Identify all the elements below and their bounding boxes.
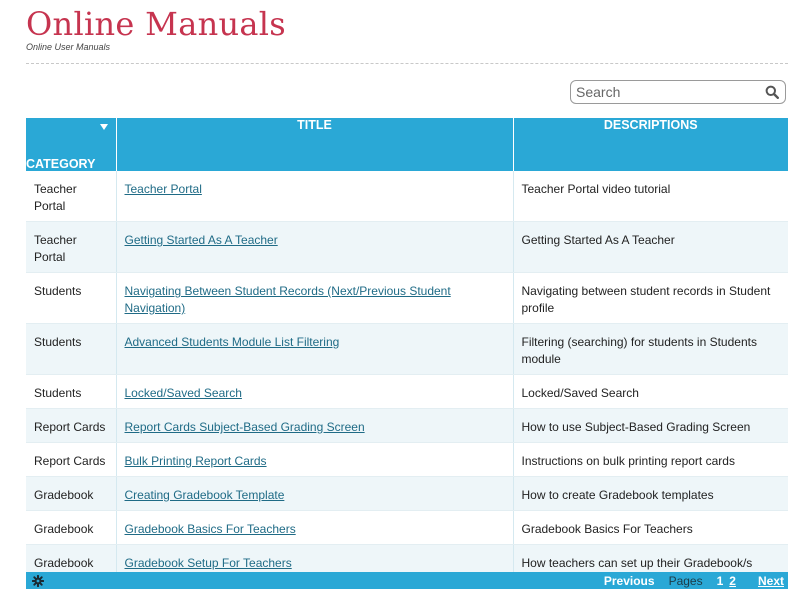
table-row: Teacher Portal Getting Started As A Teac… xyxy=(26,221,788,273)
title-cell: Teacher Portal xyxy=(116,171,514,222)
page-title: Online Manuals xyxy=(26,5,287,43)
manuals-table: CATEGORY TITLE DESCRIPTIONS Teacher Port… xyxy=(26,118,788,579)
title-cell: Locked/Saved Search xyxy=(116,374,514,409)
table-row: Report Cards Report Cards Subject-Based … xyxy=(26,408,788,443)
title-cell: Navigating Between Student Records (Next… xyxy=(116,272,514,324)
description-cell: Locked/Saved Search xyxy=(513,374,788,409)
column-header-title[interactable]: TITLE xyxy=(116,118,514,171)
table-row: Teacher Portal Teacher Portal Teacher Po… xyxy=(26,171,788,222)
manual-link[interactable]: Gradebook Basics For Teachers xyxy=(125,522,296,536)
table-header-row: CATEGORY TITLE DESCRIPTIONS xyxy=(26,118,788,171)
manual-link[interactable]: Creating Gradebook Template xyxy=(125,488,285,502)
table-row: Students Navigating Between Student Reco… xyxy=(26,272,788,324)
title-cell: Creating Gradebook Template xyxy=(116,476,514,511)
sort-down-icon[interactable] xyxy=(99,124,108,130)
description-cell: How to create Gradebook templates xyxy=(513,476,788,511)
title-cell: Report Cards Subject-Based Grading Scree… xyxy=(116,408,514,443)
column-header-descriptions[interactable]: DESCRIPTIONS xyxy=(513,118,788,171)
category-cell: Report Cards xyxy=(26,442,117,477)
header-divider xyxy=(26,63,788,64)
column-header-label: TITLE xyxy=(297,118,332,132)
manual-link[interactable]: Teacher Portal xyxy=(125,182,202,196)
manual-link[interactable]: Advanced Students Module List Filtering xyxy=(125,335,340,349)
search-box[interactable] xyxy=(570,80,786,104)
column-header-label: DESCRIPTIONS xyxy=(603,118,698,132)
description-cell: Gradebook Basics For Teachers xyxy=(513,510,788,545)
manual-link[interactable]: Locked/Saved Search xyxy=(125,386,242,400)
manual-link[interactable]: Bulk Printing Report Cards xyxy=(125,454,267,468)
column-header-label: CATEGORY xyxy=(26,157,96,171)
page-2-link[interactable]: 2 xyxy=(729,574,736,588)
category-cell: Students xyxy=(26,323,117,375)
manual-link[interactable]: Report Cards Subject-Based Grading Scree… xyxy=(125,420,365,434)
title-cell: Bulk Printing Report Cards xyxy=(116,442,514,477)
description-cell: How to use Subject-Based Grading Screen xyxy=(513,408,788,443)
previous-page-link[interactable]: Previous xyxy=(604,574,655,588)
page-header: Online Manuals Online User Manuals xyxy=(26,4,788,52)
category-cell: Report Cards xyxy=(26,408,117,443)
category-cell: Students xyxy=(26,374,117,409)
search-input[interactable] xyxy=(576,82,762,102)
title-cell: Getting Started As A Teacher xyxy=(116,221,514,273)
category-cell: Students xyxy=(26,272,117,324)
description-cell: Teacher Portal video tutorial xyxy=(513,171,788,222)
category-cell: Teacher Portal xyxy=(26,171,117,222)
title-cell: Advanced Students Module List Filtering xyxy=(116,323,514,375)
manual-link[interactable]: Getting Started As A Teacher xyxy=(125,233,278,247)
description-cell: Navigating between student records in St… xyxy=(513,272,788,324)
table-row: Students Locked/Saved Search Locked/Save… xyxy=(26,374,788,409)
column-header-category[interactable]: CATEGORY xyxy=(26,118,117,171)
page-1-link[interactable]: 1 xyxy=(717,574,724,588)
manual-link[interactable]: Gradebook Setup For Teachers xyxy=(125,556,292,570)
category-cell: Gradebook xyxy=(26,510,117,545)
title-cell: Gradebook Basics For Teachers xyxy=(116,510,514,545)
description-cell: Instructions on bulk printing report car… xyxy=(513,442,788,477)
magnifier-icon[interactable] xyxy=(762,82,782,102)
category-cell: Teacher Portal xyxy=(26,221,117,273)
description-cell: Filtering (searching) for students in St… xyxy=(513,323,788,375)
table-row: Report Cards Bulk Printing Report Cards … xyxy=(26,442,788,477)
table-footer: Previous Pages 1 2 Next xyxy=(26,572,788,589)
manual-link[interactable]: Navigating Between Student Records (Next… xyxy=(125,284,451,315)
table-row: Gradebook Gradebook Basics For Teachers … xyxy=(26,510,788,545)
table-row: Students Advanced Students Module List F… xyxy=(26,323,788,375)
pages-label: Pages xyxy=(668,573,703,588)
next-page-link[interactable]: Next xyxy=(758,574,784,588)
description-cell: Getting Started As A Teacher xyxy=(513,221,788,273)
pagination: Previous Pages 1 2 Next xyxy=(604,574,784,588)
category-cell: Gradebook xyxy=(26,476,117,511)
gear-icon[interactable] xyxy=(32,574,44,587)
table-row: Gradebook Creating Gradebook Template Ho… xyxy=(26,476,788,511)
